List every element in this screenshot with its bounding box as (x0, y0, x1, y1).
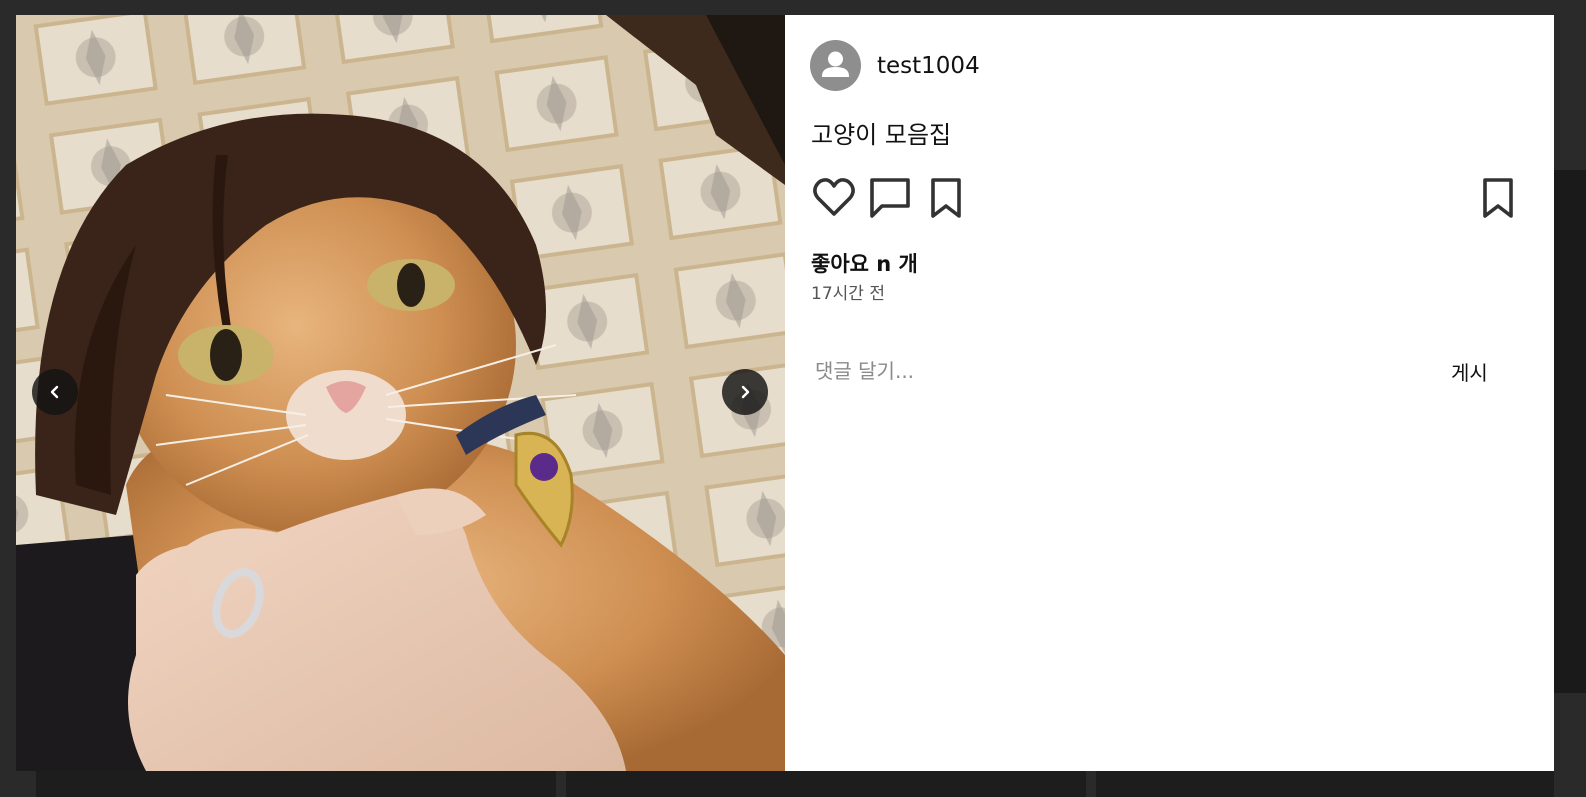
heart-icon (813, 178, 855, 216)
bookmark-icon (1483, 178, 1513, 218)
user-avatar-icon[interactable] (810, 40, 861, 91)
background-thumbnail (36, 771, 556, 797)
background-thumbnail (1096, 771, 1554, 797)
like-button[interactable] (811, 175, 857, 221)
save-button[interactable] (923, 175, 969, 221)
previous-image-button[interactable] (32, 369, 78, 415)
post-detail-panel: test1004 고양이 모음집 좋아요 n 개 17시간 전 댓글 달기...… (785, 15, 1554, 771)
post-modal: test1004 고양이 모음집 좋아요 n 개 17시간 전 댓글 달기...… (16, 15, 1554, 771)
like-count[interactable]: 좋아요 n 개 (811, 248, 918, 278)
username[interactable]: test1004 (877, 53, 980, 79)
bookmark-icon (931, 178, 961, 218)
comment-input[interactable] (811, 351, 1419, 391)
background-thumbnail (566, 771, 1086, 797)
post-comment-button[interactable]: 게시 (1451, 357, 1488, 386)
comment-form: 게시 (811, 351, 1511, 391)
post-timestamp: 17시간 전 (811, 284, 885, 304)
chevron-left-icon (50, 385, 59, 399)
background-panel (1554, 170, 1586, 693)
post-caption: 고양이 모음집 (811, 121, 952, 149)
next-image-button[interactable] (722, 369, 768, 415)
save-collection-button[interactable] (1475, 175, 1521, 221)
post-image-carousel (16, 15, 785, 771)
post-photo (16, 15, 785, 771)
post-author[interactable]: test1004 (810, 40, 980, 91)
comment-icon (870, 178, 910, 218)
comment-button[interactable] (867, 175, 913, 221)
chevron-right-icon (741, 385, 750, 399)
post-actions (811, 175, 1523, 221)
